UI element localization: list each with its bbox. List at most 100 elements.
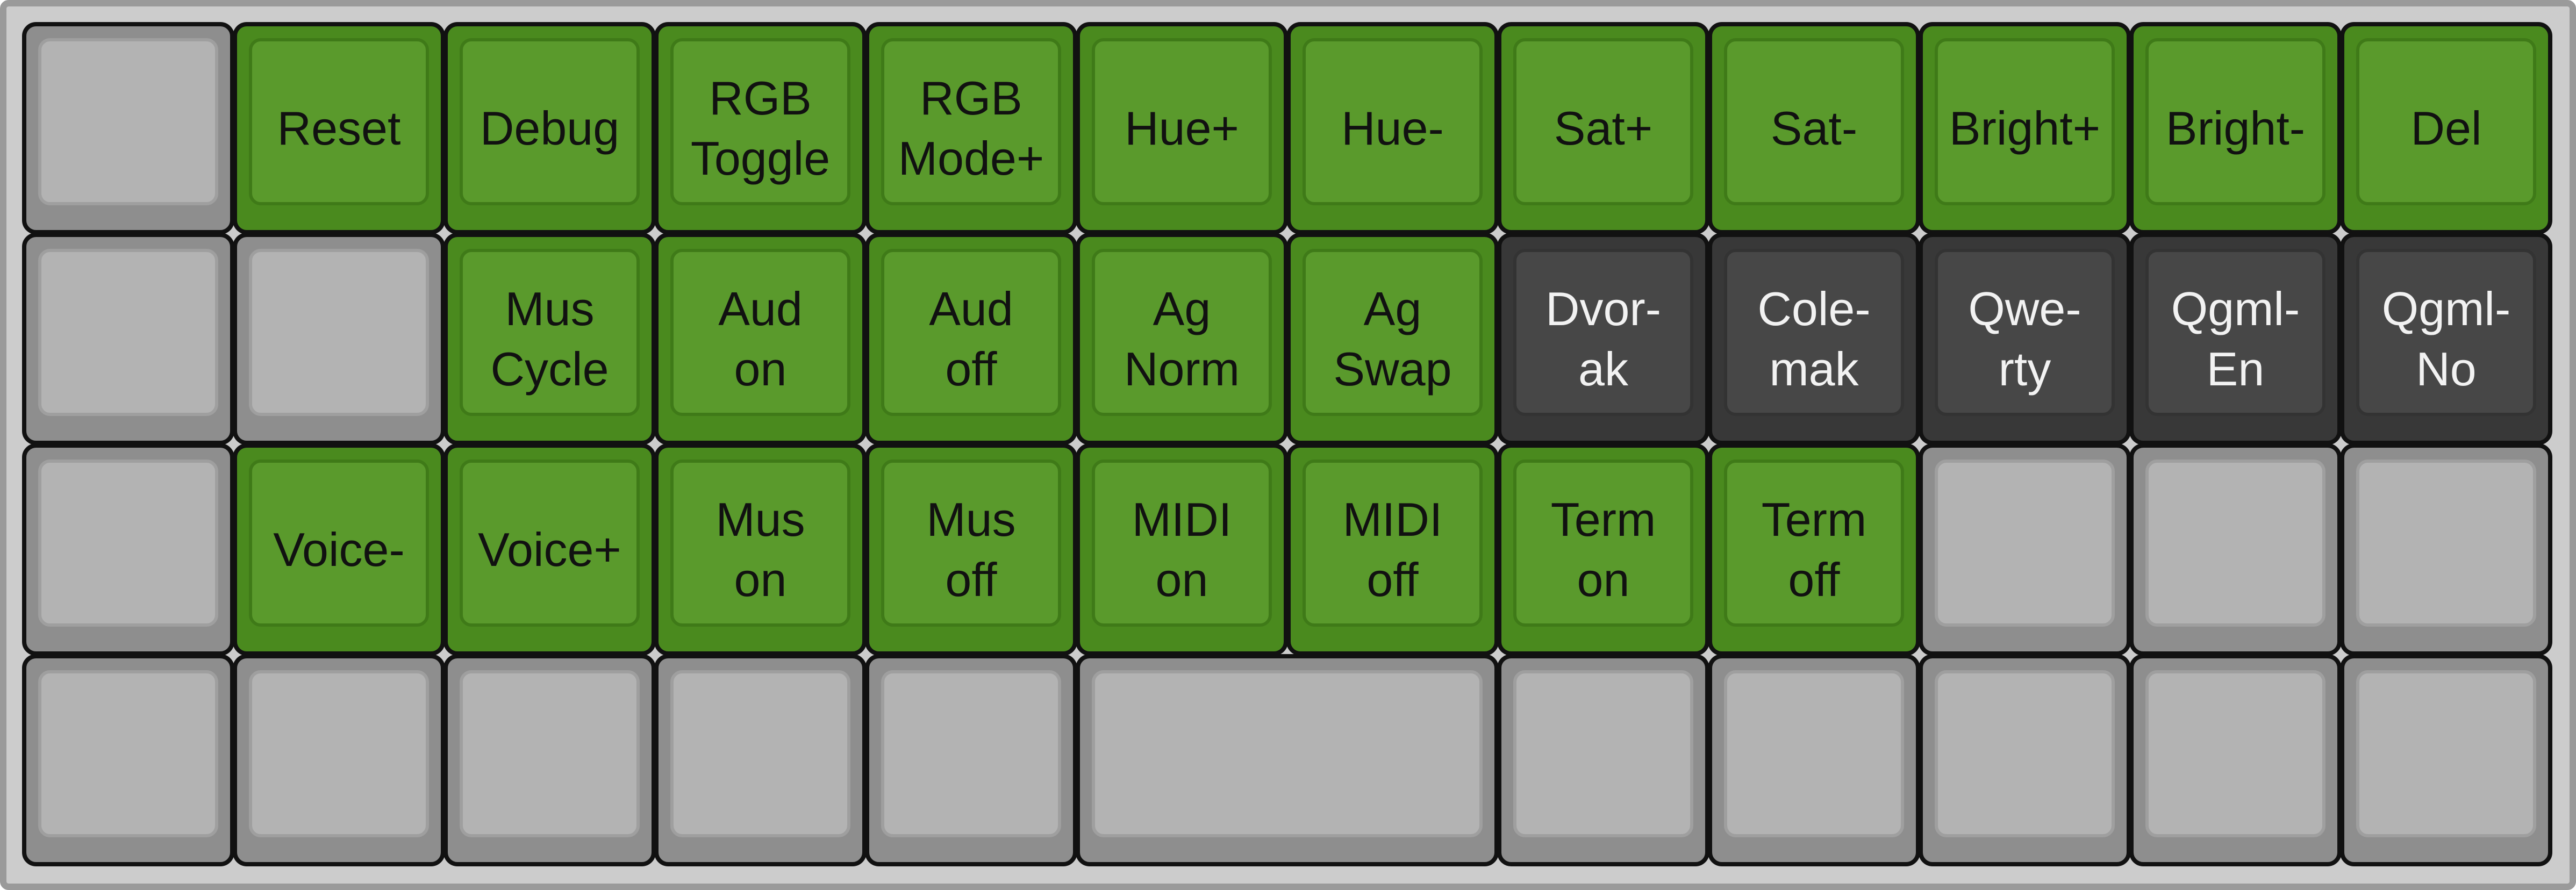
keycap: Voice+: [460, 460, 640, 627]
key-label: Hue+: [1125, 101, 1239, 155]
key-label: MIDI on: [1132, 492, 1232, 606]
keycap: [460, 670, 640, 837]
key-hue-[interactable]: Hue-: [1286, 22, 1499, 234]
key-rgb-toggle[interactable]: RGB Toggle: [654, 22, 867, 234]
keycap: Dvor- ak: [1513, 249, 1693, 416]
key-label: Aud on: [718, 282, 803, 396]
key-aud-off[interactable]: Aud off: [865, 233, 1077, 445]
key-label: Aud off: [929, 282, 1013, 396]
key-label: Sat+: [1554, 101, 1653, 155]
key-mus-on[interactable]: Mus on: [654, 443, 867, 656]
keycap: Mus Cycle: [460, 249, 640, 416]
key-bright-[interactable]: Bright-: [2129, 22, 2342, 234]
keycap: Hue-: [1303, 38, 1483, 205]
keycap: [1935, 670, 2115, 837]
keycap: MIDI off: [1303, 460, 1483, 627]
key-blank[interactable]: [22, 443, 234, 656]
key-blank[interactable]: [22, 233, 234, 445]
key-label: Debug: [480, 101, 620, 155]
keycap: Hue+: [1092, 38, 1272, 205]
key-voice-[interactable]: Voice-: [233, 443, 445, 656]
key-mus-cycle[interactable]: Mus Cycle: [443, 233, 656, 445]
keycap: [2356, 670, 2536, 837]
key-blank[interactable]: [654, 654, 867, 866]
key-blank[interactable]: [2340, 654, 2552, 866]
keycap: [38, 670, 218, 837]
key-voice+[interactable]: Voice+: [443, 443, 656, 656]
keycap: Mus on: [670, 460, 850, 627]
key-label: Ag Swap: [1333, 282, 1452, 396]
key-label: Dvor- ak: [1545, 282, 1662, 396]
key-blank[interactable]: [1919, 443, 2131, 656]
key-blank[interactable]: [22, 22, 234, 234]
keycap: [1935, 460, 2115, 627]
key-reset[interactable]: Reset: [233, 22, 445, 234]
key-label: Qwe- rty: [1968, 282, 2081, 396]
key-label: Hue-: [1341, 101, 1444, 155]
key-blank[interactable]: [233, 233, 445, 445]
keycap: [881, 670, 1061, 837]
keycap: Del: [2356, 38, 2536, 205]
key-blank[interactable]: [2340, 443, 2552, 656]
key-label: Bright+: [1949, 101, 2101, 155]
key-bright+[interactable]: Bright+: [1919, 22, 2131, 234]
key-midi-off[interactable]: MIDI off: [1286, 443, 1499, 656]
keycap: [38, 249, 218, 416]
key-blank[interactable]: [233, 654, 445, 866]
key-debug[interactable]: Debug: [443, 22, 656, 234]
key-midi-on[interactable]: MIDI on: [1076, 443, 1288, 656]
key-label: MIDI off: [1342, 492, 1443, 606]
keycap: Aud off: [881, 249, 1061, 416]
keyboard-layout: Reset Debug RGB Toggle RGB Mode+ Hue+ Hue- Sat…: [0, 0, 2576, 890]
key-blank[interactable]: [1708, 654, 1920, 866]
keycap: RGB Toggle: [670, 38, 850, 205]
keycap: [1513, 670, 1693, 837]
key-aud-on[interactable]: Aud on: [654, 233, 867, 445]
key-term-on[interactable]: Term on: [1497, 443, 1709, 656]
key-label: Term off: [1761, 492, 1867, 606]
key-label: Bright-: [2165, 101, 2306, 155]
key-label: Term on: [1550, 492, 1656, 606]
key-ag-swap[interactable]: Ag Swap: [1286, 233, 1499, 445]
key-blank[interactable]: [1076, 654, 1499, 866]
key-blank[interactable]: [443, 654, 656, 866]
key-del[interactable]: Del: [2340, 22, 2552, 234]
key-ag-norm[interactable]: Ag Norm: [1076, 233, 1288, 445]
key-label: Voice-: [273, 522, 405, 576]
keycap: Reset: [249, 38, 429, 205]
keycap: Sat+: [1513, 38, 1693, 205]
key-label: Cole- mak: [1757, 282, 1871, 396]
keycap: [38, 460, 218, 627]
key-sat-[interactable]: Sat-: [1708, 22, 1920, 234]
keycap: Bright+: [1935, 38, 2115, 205]
key-blank[interactable]: [865, 654, 1077, 866]
key-label: Sat-: [1770, 101, 1858, 155]
keycap: [2145, 670, 2325, 837]
key-label: RGB Toggle: [690, 71, 831, 185]
keycap: Term on: [1513, 460, 1693, 627]
key-sat+[interactable]: Sat+: [1497, 22, 1709, 234]
key-cole--mak[interactable]: Cole- mak: [1708, 233, 1920, 445]
key-mus-off[interactable]: Mus off: [865, 443, 1077, 656]
key-label: Mus off: [926, 492, 1016, 606]
key-dvor--ak[interactable]: Dvor- ak: [1497, 233, 1709, 445]
keycap: Qwe- rty: [1935, 249, 2115, 416]
key-qgml--en[interactable]: Qgml- En: [2129, 233, 2342, 445]
key-qwe--rty[interactable]: Qwe- rty: [1919, 233, 2131, 445]
key-label: Mus on: [715, 492, 805, 606]
key-label: Del: [2410, 101, 2482, 155]
key-blank[interactable]: [1497, 654, 1709, 866]
keycap: [1724, 670, 1904, 837]
keycap: Voice-: [249, 460, 429, 627]
key-hue+[interactable]: Hue+: [1076, 22, 1288, 234]
keycap: Bright-: [2145, 38, 2325, 205]
key-label: Qgml- En: [2171, 282, 2300, 396]
key-rgb-mode+[interactable]: RGB Mode+: [865, 22, 1077, 234]
key-blank[interactable]: [1919, 654, 2131, 866]
key-blank[interactable]: [2129, 443, 2342, 656]
key-term-off[interactable]: Term off: [1708, 443, 1920, 656]
key-qgml--no[interactable]: Qgml- No: [2340, 233, 2552, 445]
key-blank[interactable]: [22, 654, 234, 866]
key-blank[interactable]: [2129, 654, 2342, 866]
keycap: Cole- mak: [1724, 249, 1904, 416]
